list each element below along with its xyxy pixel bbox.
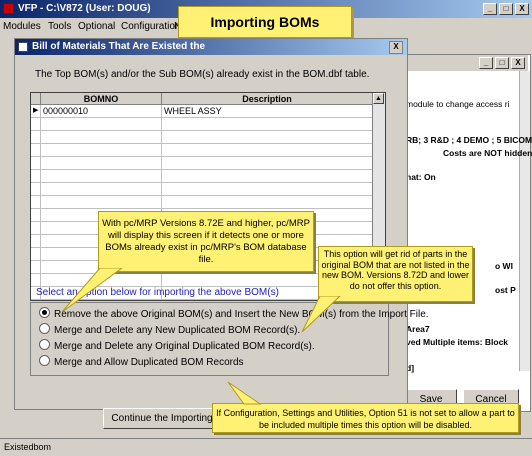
option-label: Merge and Delete any New Duplicated BOM … bbox=[54, 325, 301, 336]
table-row[interactable]: ▶ 000000010 WHEEL ASSY bbox=[31, 105, 385, 118]
bg-text-line: ost P bbox=[495, 285, 516, 295]
window-controls: _ □ X bbox=[483, 3, 529, 15]
bg-text-line: nat: On bbox=[406, 172, 436, 182]
continue-importing-button[interactable]: Continue the Importing bbox=[103, 408, 221, 429]
bg-text-line: module to change access ri bbox=[406, 99, 510, 109]
option-merge-allow-duplicates[interactable]: Merge and Allow Duplicated BOM Records bbox=[39, 355, 244, 369]
version-note-callout: With pc/MRP Versions 8.72E and higher, p… bbox=[98, 211, 314, 272]
option-label: Merge and Allow Duplicated BOM Records bbox=[54, 357, 244, 368]
table-row[interactable] bbox=[31, 144, 385, 157]
dialog-message: The Top BOM(s) and/or the Sub BOM(s) alr… bbox=[35, 69, 370, 80]
bg-minimize-button[interactable]: _ bbox=[479, 57, 493, 69]
bg-text-line: ved Multiple items: Block bbox=[406, 337, 509, 347]
dialog-icon bbox=[18, 42, 28, 52]
minimize-button[interactable]: _ bbox=[483, 3, 497, 15]
bg-text-line: Area7 bbox=[406, 324, 430, 334]
radio-icon[interactable] bbox=[39, 323, 50, 334]
option-label: Merge and Delete any Original Duplicated… bbox=[54, 341, 315, 352]
version-note-pointer bbox=[61, 268, 123, 313]
option-merge-delete-original[interactable]: Merge and Delete any Original Duplicated… bbox=[39, 339, 315, 353]
radio-icon[interactable] bbox=[39, 355, 50, 366]
config-note-pointer bbox=[227, 381, 262, 405]
bg-maximize-button[interactable]: □ bbox=[495, 57, 509, 69]
menu-modules[interactable]: Modules bbox=[3, 21, 41, 32]
menu-tools[interactable]: Tools bbox=[48, 21, 71, 32]
app-icon bbox=[3, 3, 14, 14]
maximize-button[interactable]: □ bbox=[499, 3, 513, 15]
radio-icon[interactable] bbox=[39, 339, 50, 350]
importing-boms-callout: Importing BOMs bbox=[178, 6, 352, 38]
dialog-close-button[interactable]: X bbox=[389, 41, 403, 54]
table-row[interactable] bbox=[31, 170, 385, 183]
grid-header-bomno[interactable]: BOMNO bbox=[41, 93, 162, 105]
dialog-title: Bill of Materials That Are Existed the bbox=[32, 41, 206, 52]
table-row[interactable] bbox=[31, 183, 385, 196]
menu-optional[interactable]: Optional bbox=[78, 21, 115, 32]
table-row[interactable] bbox=[31, 196, 385, 209]
scroll-up-icon[interactable]: ▲ bbox=[373, 93, 384, 104]
radio-selected-icon[interactable] bbox=[39, 307, 50, 318]
dialog-title-bar: Bill of Materials That Are Existed the X bbox=[15, 39, 407, 55]
bg-text-line: o WI bbox=[495, 261, 513, 271]
close-button[interactable]: X bbox=[515, 3, 529, 15]
menu-configuration[interactable]: Configuration bbox=[121, 21, 180, 32]
status-bar: Existedbom bbox=[0, 438, 532, 456]
bg-text-line: RB; 3 R&D ; 4 DEMO ; 5 BICOM bbox=[406, 135, 532, 145]
bg-close-button[interactable]: X bbox=[511, 57, 525, 69]
status-text: Existedbom bbox=[4, 442, 52, 452]
option-note-callout: This option will get rid of parts in the… bbox=[318, 246, 473, 302]
option-merge-delete-new[interactable]: Merge and Delete any New Duplicated BOM … bbox=[39, 323, 300, 337]
background-window-titlebar: _ □ X bbox=[403, 55, 528, 71]
app-title: VFP - C:\V872 (User: DOUG) bbox=[18, 3, 151, 14]
table-row[interactable] bbox=[31, 157, 385, 170]
background-window: _ □ X module to change access ri RB; 3 R… bbox=[402, 54, 532, 412]
grid-header-description[interactable]: Description bbox=[162, 93, 373, 105]
table-row[interactable] bbox=[31, 118, 385, 131]
grid-corner bbox=[31, 93, 41, 105]
cell-bomno[interactable]: 000000010 bbox=[41, 105, 162, 117]
row-pointer-icon: ▶ bbox=[31, 105, 41, 117]
cell-description[interactable]: WHEEL ASSY bbox=[162, 105, 373, 117]
background-scrollbar[interactable] bbox=[519, 71, 530, 371]
continue-button-label: Continue the Importing bbox=[111, 413, 213, 424]
option-note-pointer bbox=[301, 296, 341, 333]
bg-text-line: Costs are NOT hidden. bbox=[443, 148, 532, 158]
table-row[interactable] bbox=[31, 131, 385, 144]
